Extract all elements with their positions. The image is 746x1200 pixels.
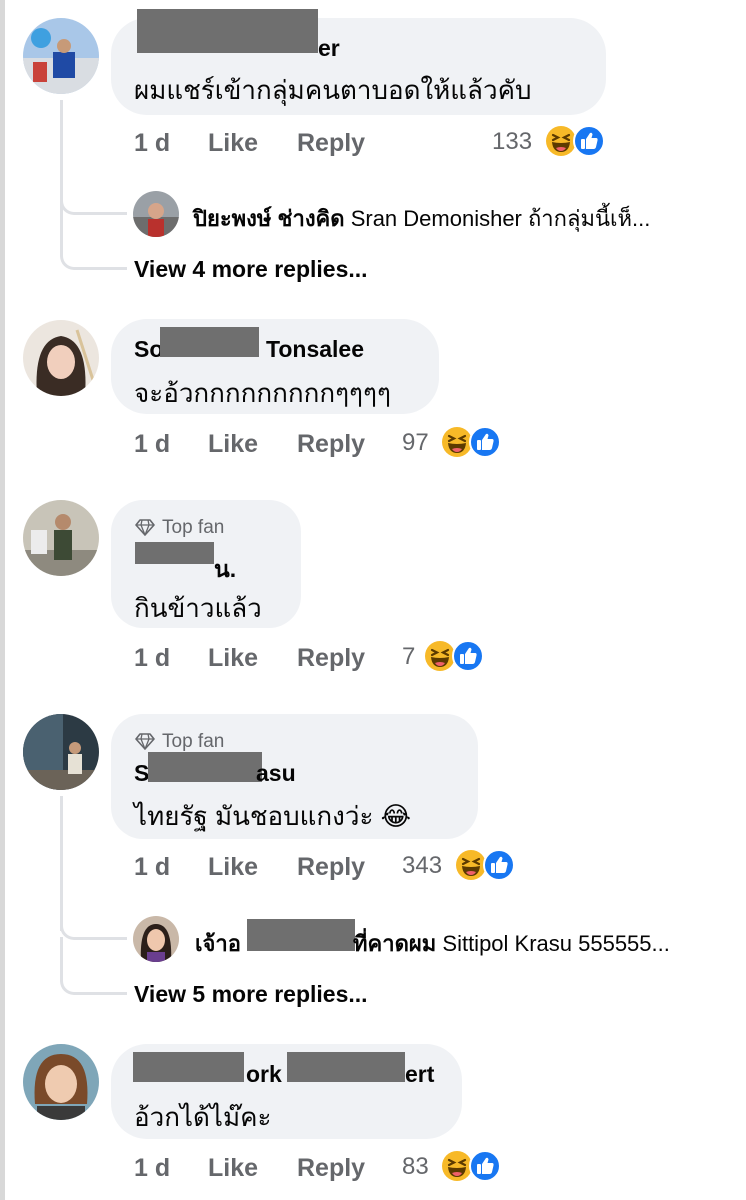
commenter-name-end[interactable]: ert — [405, 1061, 434, 1088]
reply-author-end[interactable]: ที่คาดผม — [353, 931, 436, 956]
reactions[interactable] — [545, 125, 607, 157]
left-edge-bar — [0, 0, 5, 1200]
comment-text: ผมแชร์เข้ากลุ่มคนตาบอดให้แล้วคับ — [134, 75, 532, 105]
timestamp[interactable]: 1 d — [134, 853, 170, 882]
reply-author[interactable]: เจ้าอ — [195, 931, 241, 956]
like-button[interactable]: Like — [208, 129, 258, 158]
commenter-name[interactable]: น. — [214, 552, 236, 588]
commenter-name[interactable]: er — [318, 35, 340, 62]
like-button[interactable]: Like — [208, 430, 258, 459]
redacted-name — [133, 1052, 244, 1082]
thread-elbow — [60, 212, 127, 270]
reaction-count[interactable]: 133 — [492, 128, 532, 156]
thread-line — [60, 100, 63, 212]
commenter-name-end[interactable]: Tonsalee — [266, 336, 364, 363]
avatar[interactable] — [23, 18, 99, 94]
reactions[interactable] — [441, 1150, 503, 1182]
timestamp[interactable]: 1 d — [134, 430, 170, 459]
reply-avatar[interactable] — [133, 916, 179, 962]
avatar[interactable] — [23, 1044, 99, 1120]
reply-avatar[interactable] — [133, 191, 179, 237]
reply-button[interactable]: Reply — [297, 853, 365, 882]
reply-button[interactable]: Reply — [297, 129, 365, 158]
redacted-name — [160, 327, 259, 357]
comment-text: จะอ้วกกกกกกกกกๆๆๆๆ — [134, 378, 391, 408]
like-icon — [469, 1150, 501, 1182]
diamond-icon — [135, 731, 155, 751]
avatar[interactable] — [23, 500, 99, 576]
diamond-icon — [135, 517, 155, 537]
comment-text: อ้วกได้ไม๊คะ — [134, 1102, 272, 1132]
avatar[interactable] — [23, 714, 99, 790]
reactions[interactable] — [455, 849, 517, 881]
timestamp[interactable]: 1 d — [134, 129, 170, 158]
like-icon — [483, 849, 515, 881]
like-button[interactable]: Like — [208, 644, 258, 673]
reply-button[interactable]: Reply — [297, 1154, 365, 1183]
reply-preview[interactable]: ปิยะพงษ์ ช่างคิด Sran Demonisher ถ้ากลุ่… — [193, 201, 650, 236]
reaction-count[interactable]: 7 — [402, 643, 415, 671]
top-fan-badge: Top fan — [162, 517, 225, 538]
reactions[interactable] — [441, 426, 503, 458]
commenter-name[interactable]: So — [134, 336, 163, 363]
reaction-count[interactable]: 97 — [402, 429, 429, 457]
reply-snippet: Sittipol Krasu 555555... — [442, 931, 670, 956]
reply-button[interactable]: Reply — [297, 430, 365, 459]
reaction-count[interactable]: 343 — [402, 852, 442, 880]
like-button[interactable]: Like — [208, 853, 258, 882]
reply-author[interactable]: ปิยะพงษ์ ช่างคิด — [193, 206, 345, 231]
reaction-count[interactable]: 83 — [402, 1153, 429, 1181]
reactions[interactable] — [424, 640, 486, 672]
redacted-name — [287, 1052, 405, 1082]
reply-preview-rest[interactable]: ที่คาดผม Sittipol Krasu 555555... — [353, 926, 670, 961]
view-more-replies[interactable]: View 5 more replies... — [134, 981, 368, 1008]
redacted-name — [247, 919, 355, 951]
comment-text: ไทยรัฐ มันชอบแกงว่ะ 😂 — [134, 801, 412, 831]
reply-snippet: Sran Demonisher ถ้ากลุ่มนี้เห็... — [350, 206, 651, 231]
top-fan-badge: Top fan — [162, 731, 225, 752]
timestamp[interactable]: 1 d — [134, 644, 170, 673]
commenter-name-end[interactable]: asu — [256, 760, 296, 787]
timestamp[interactable]: 1 d — [134, 1154, 170, 1183]
reply-preview[interactable]: เจ้าอ — [195, 926, 241, 961]
redacted-name — [148, 752, 262, 782]
commenter-name[interactable]: ork — [246, 1061, 282, 1088]
thread-line — [60, 796, 63, 931]
redacted-name — [135, 542, 214, 564]
redacted-name — [137, 9, 318, 53]
like-icon — [469, 426, 501, 458]
reply-button[interactable]: Reply — [297, 644, 365, 673]
comment-text: กินข้าวแล้ว — [134, 593, 262, 623]
like-icon — [452, 640, 484, 672]
avatar[interactable] — [23, 320, 99, 396]
like-button[interactable]: Like — [208, 1154, 258, 1183]
like-icon — [573, 125, 605, 157]
thread-elbow — [60, 937, 127, 995]
view-more-replies[interactable]: View 4 more replies... — [134, 256, 368, 283]
